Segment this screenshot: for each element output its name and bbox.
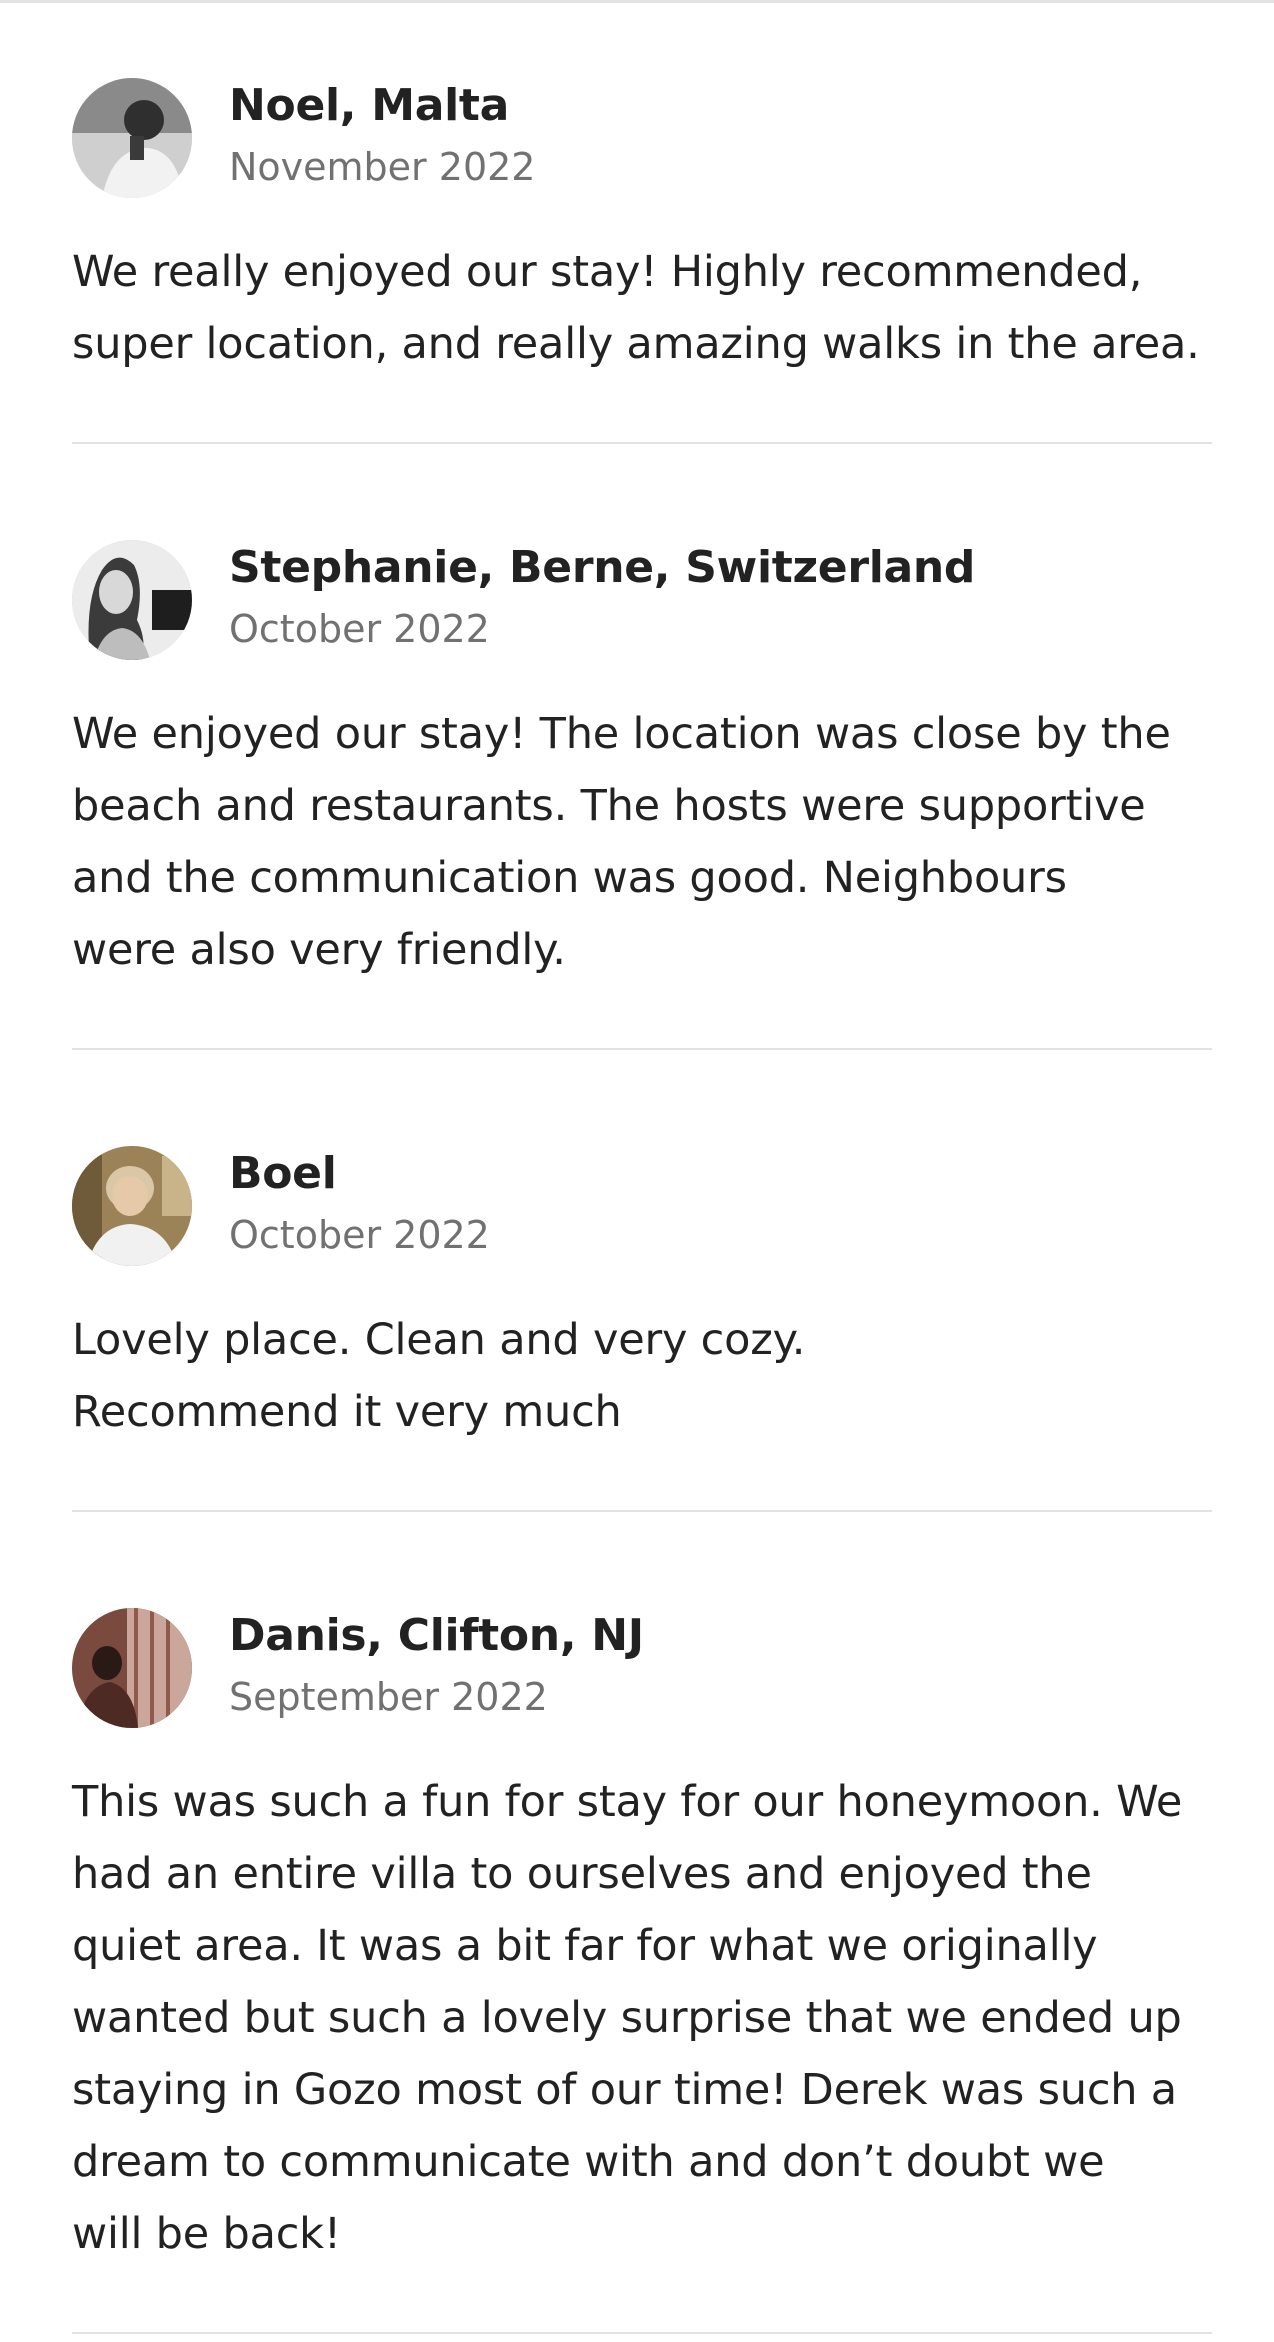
review-header: Danis, Clifton, NJ September 2022 bbox=[72, 1608, 1212, 1732]
reviewer-name: Stephanie, Berne, Switzerland bbox=[229, 542, 976, 593]
review-divider bbox=[72, 1510, 1212, 1512]
review-text: We enjoyed our stay! The location was cl… bbox=[72, 709, 1171, 975]
review-divider bbox=[72, 1048, 1212, 1050]
reviewer-name: Danis, Clifton, NJ bbox=[229, 1610, 644, 1661]
review-header: Stephanie, Berne, Switzerland October 20… bbox=[72, 540, 1212, 664]
review-text: Lovely place. Clean and very cozy. Recom… bbox=[72, 1315, 806, 1437]
avatar-photo-icon bbox=[72, 1608, 192, 1728]
reviewer-avatar[interactable] bbox=[72, 1146, 192, 1266]
review-date: October 2022 bbox=[229, 1213, 490, 1257]
review-item: Danis, Clifton, NJ September 2022 This w… bbox=[72, 1608, 1212, 2259]
review-date: September 2022 bbox=[229, 1675, 548, 1719]
review-header: Boel October 2022 bbox=[72, 1146, 1212, 1270]
avatar-photo-icon bbox=[72, 78, 192, 198]
reviewer-avatar[interactable] bbox=[72, 540, 192, 660]
avatar-photo-icon bbox=[72, 1146, 192, 1266]
avatar-photo-icon bbox=[72, 540, 192, 660]
review-text: This was such a fun for stay for our hon… bbox=[72, 1777, 1183, 2259]
review-date: November 2022 bbox=[229, 145, 536, 189]
reviewer-avatar[interactable] bbox=[72, 78, 192, 198]
reviewer-avatar[interactable] bbox=[72, 1608, 192, 1728]
review-text: We really enjoyed our stay! Highly recom… bbox=[72, 247, 1200, 369]
reviewer-name: Noel, Malta bbox=[229, 80, 509, 131]
review-date: October 2022 bbox=[229, 607, 490, 651]
top-divider bbox=[0, 0, 1274, 3]
review-divider bbox=[72, 442, 1212, 444]
review-item: Boel October 2022 Lovely place. Clean an… bbox=[72, 1146, 1212, 1437]
review-header: Noel, Malta November 2022 bbox=[72, 78, 1212, 202]
review-divider bbox=[72, 2332, 1212, 2334]
review-item: Noel, Malta November 2022 We really enjo… bbox=[72, 78, 1212, 369]
review-item: Stephanie, Berne, Switzerland October 20… bbox=[72, 540, 1212, 975]
reviewer-name: Boel bbox=[229, 1148, 337, 1199]
